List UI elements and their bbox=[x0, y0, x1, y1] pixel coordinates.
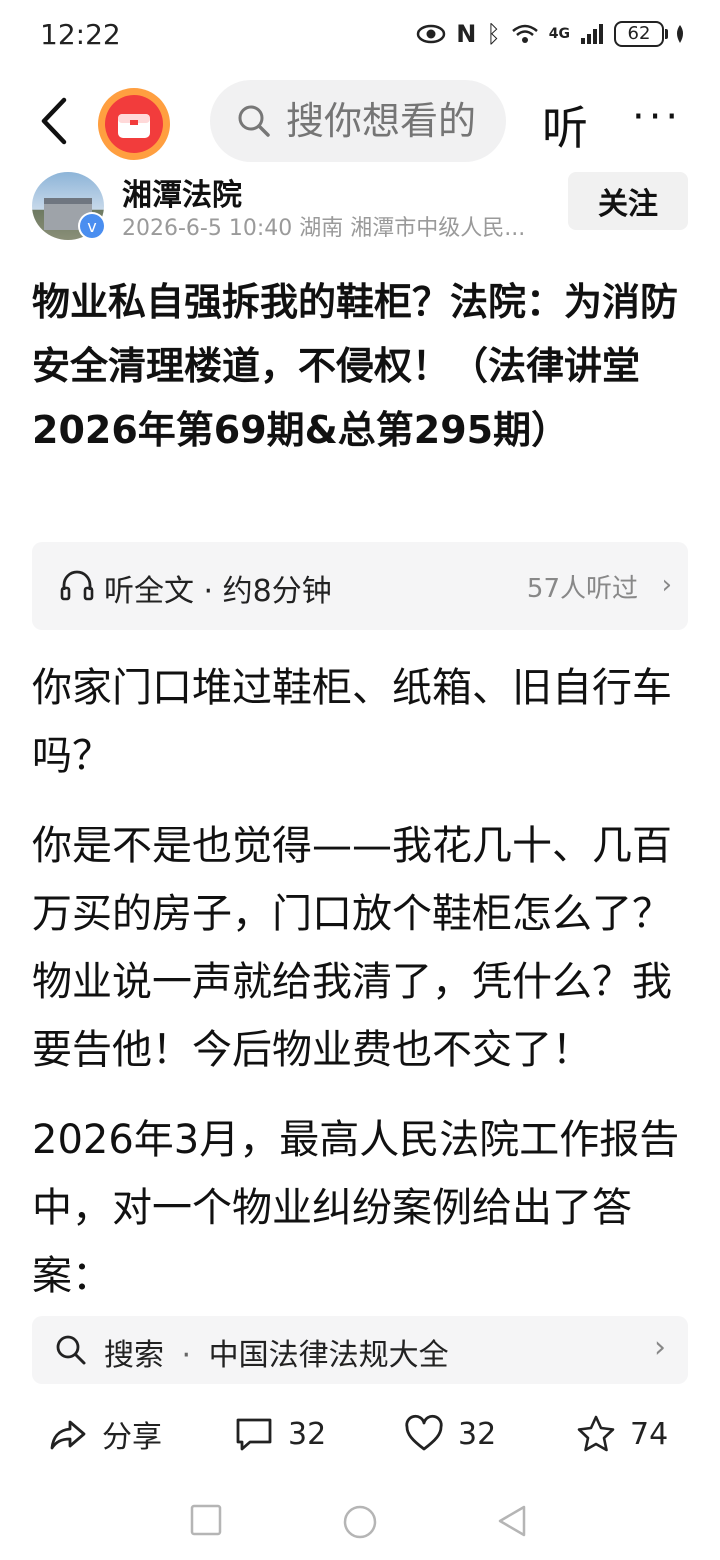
comment-icon bbox=[236, 1418, 272, 1451]
battery-indicator: 62 bbox=[614, 21, 668, 47]
paragraph: 2026年3月，最高人民法院工作报告中，对一个物业纠纷案例给出了答案： bbox=[32, 1117, 680, 1299]
verified-badge-icon: v bbox=[78, 212, 106, 240]
system-nav-bar bbox=[0, 1490, 720, 1560]
paragraph: 你是不是也觉得——我花几十、几百万买的房子，门口放个鞋柜怎么了？物业说一声就给我… bbox=[32, 823, 672, 1073]
article-title: 物业私自强拆我的鞋柜？法院：为消防安全清理楼道，不侵权！（法律讲堂 2026年第… bbox=[32, 280, 679, 452]
search-input[interactable] bbox=[284, 98, 488, 144]
search-suggestion-text: 搜索 · 中国法律法规大全 bbox=[104, 1330, 449, 1374]
article-body: 你家门口堆过鞋柜、纸箱、旧自行车吗？ 你是不是也觉得——我花几十、几百万买的房子… bbox=[32, 654, 692, 1309]
status-bar: 12:22 N ᛒ 4G 62 bbox=[0, 0, 720, 70]
top-bar: 听 ··· bbox=[0, 80, 720, 164]
search-icon bbox=[238, 105, 270, 137]
search-suggestion-bar[interactable]: 搜索 · 中国法律法规大全 › bbox=[32, 1316, 688, 1384]
listen-full-text-label: 听全文 · 约8分钟 bbox=[104, 574, 332, 609]
more-options-button[interactable]: ··· bbox=[632, 94, 682, 140]
leaf-icon bbox=[677, 25, 683, 43]
home-icon[interactable] bbox=[342, 1504, 378, 1540]
chevron-right-icon: › bbox=[654, 1330, 666, 1365]
like-count: 32 bbox=[458, 1416, 497, 1452]
bag-icon bbox=[118, 114, 150, 138]
heart-icon bbox=[405, 1414, 443, 1451]
wifi-icon bbox=[511, 24, 538, 43]
like-button[interactable]: 32 bbox=[404, 1404, 496, 1464]
share-label: 分享 bbox=[102, 1420, 162, 1455]
paragraph: 你家门口堆过鞋柜、纸箱、旧自行车吗？ bbox=[32, 665, 672, 779]
share-button[interactable]: 分享 bbox=[48, 1404, 162, 1464]
author-name[interactable]: 湘潭法院 bbox=[122, 170, 242, 214]
search-query: 中国法律法规大全 bbox=[208, 1338, 449, 1373]
star-icon bbox=[577, 1415, 615, 1452]
search-icon bbox=[56, 1335, 86, 1365]
network-type: 4G bbox=[548, 26, 570, 42]
listen-full-text-bar[interactable]: 听全文 · 约8分钟 57人听过 › bbox=[32, 542, 688, 630]
comment-count: 32 bbox=[288, 1416, 327, 1452]
bluetooth-icon: ᛒ bbox=[486, 20, 501, 48]
back-triangle-icon[interactable] bbox=[496, 1504, 528, 1538]
status-icons: N ᛒ 4G 62 bbox=[416, 16, 686, 52]
eye-icon bbox=[417, 24, 446, 44]
nfc-icon: N bbox=[456, 20, 477, 48]
status-time: 12:22 bbox=[40, 18, 121, 51]
listener-count: 57人听过 bbox=[526, 574, 638, 604]
favorite-button[interactable]: 74 bbox=[576, 1404, 668, 1464]
search-box[interactable] bbox=[210, 80, 506, 162]
share-icon bbox=[50, 1420, 86, 1450]
chevron-right-icon: › bbox=[661, 570, 672, 600]
headphones-icon bbox=[60, 570, 94, 601]
signal-icon bbox=[581, 24, 603, 44]
follow-button[interactable]: 关注 bbox=[568, 172, 688, 230]
app-logo-inner bbox=[105, 95, 163, 153]
favorite-count: 74 bbox=[630, 1416, 669, 1452]
action-bar: 分享 32 32 74 bbox=[0, 1404, 720, 1464]
search-separator: · bbox=[181, 1338, 192, 1373]
recent-apps-icon[interactable] bbox=[190, 1504, 222, 1536]
comment-button[interactable]: 32 bbox=[234, 1404, 326, 1464]
author-row: v 湘潭法院 2026-6-5 10:40 湖南 湘潭市中级人民... 关注 bbox=[0, 168, 720, 244]
search-prefix: 搜索 bbox=[104, 1338, 164, 1373]
back-arrow-icon[interactable] bbox=[36, 96, 72, 146]
listen-button[interactable]: 听 bbox=[542, 92, 588, 158]
app-logo[interactable] bbox=[98, 88, 170, 160]
author-meta: 2026-6-5 10:40 湖南 湘潭市中级人民... bbox=[122, 216, 526, 241]
verified-mark: v bbox=[80, 214, 104, 238]
